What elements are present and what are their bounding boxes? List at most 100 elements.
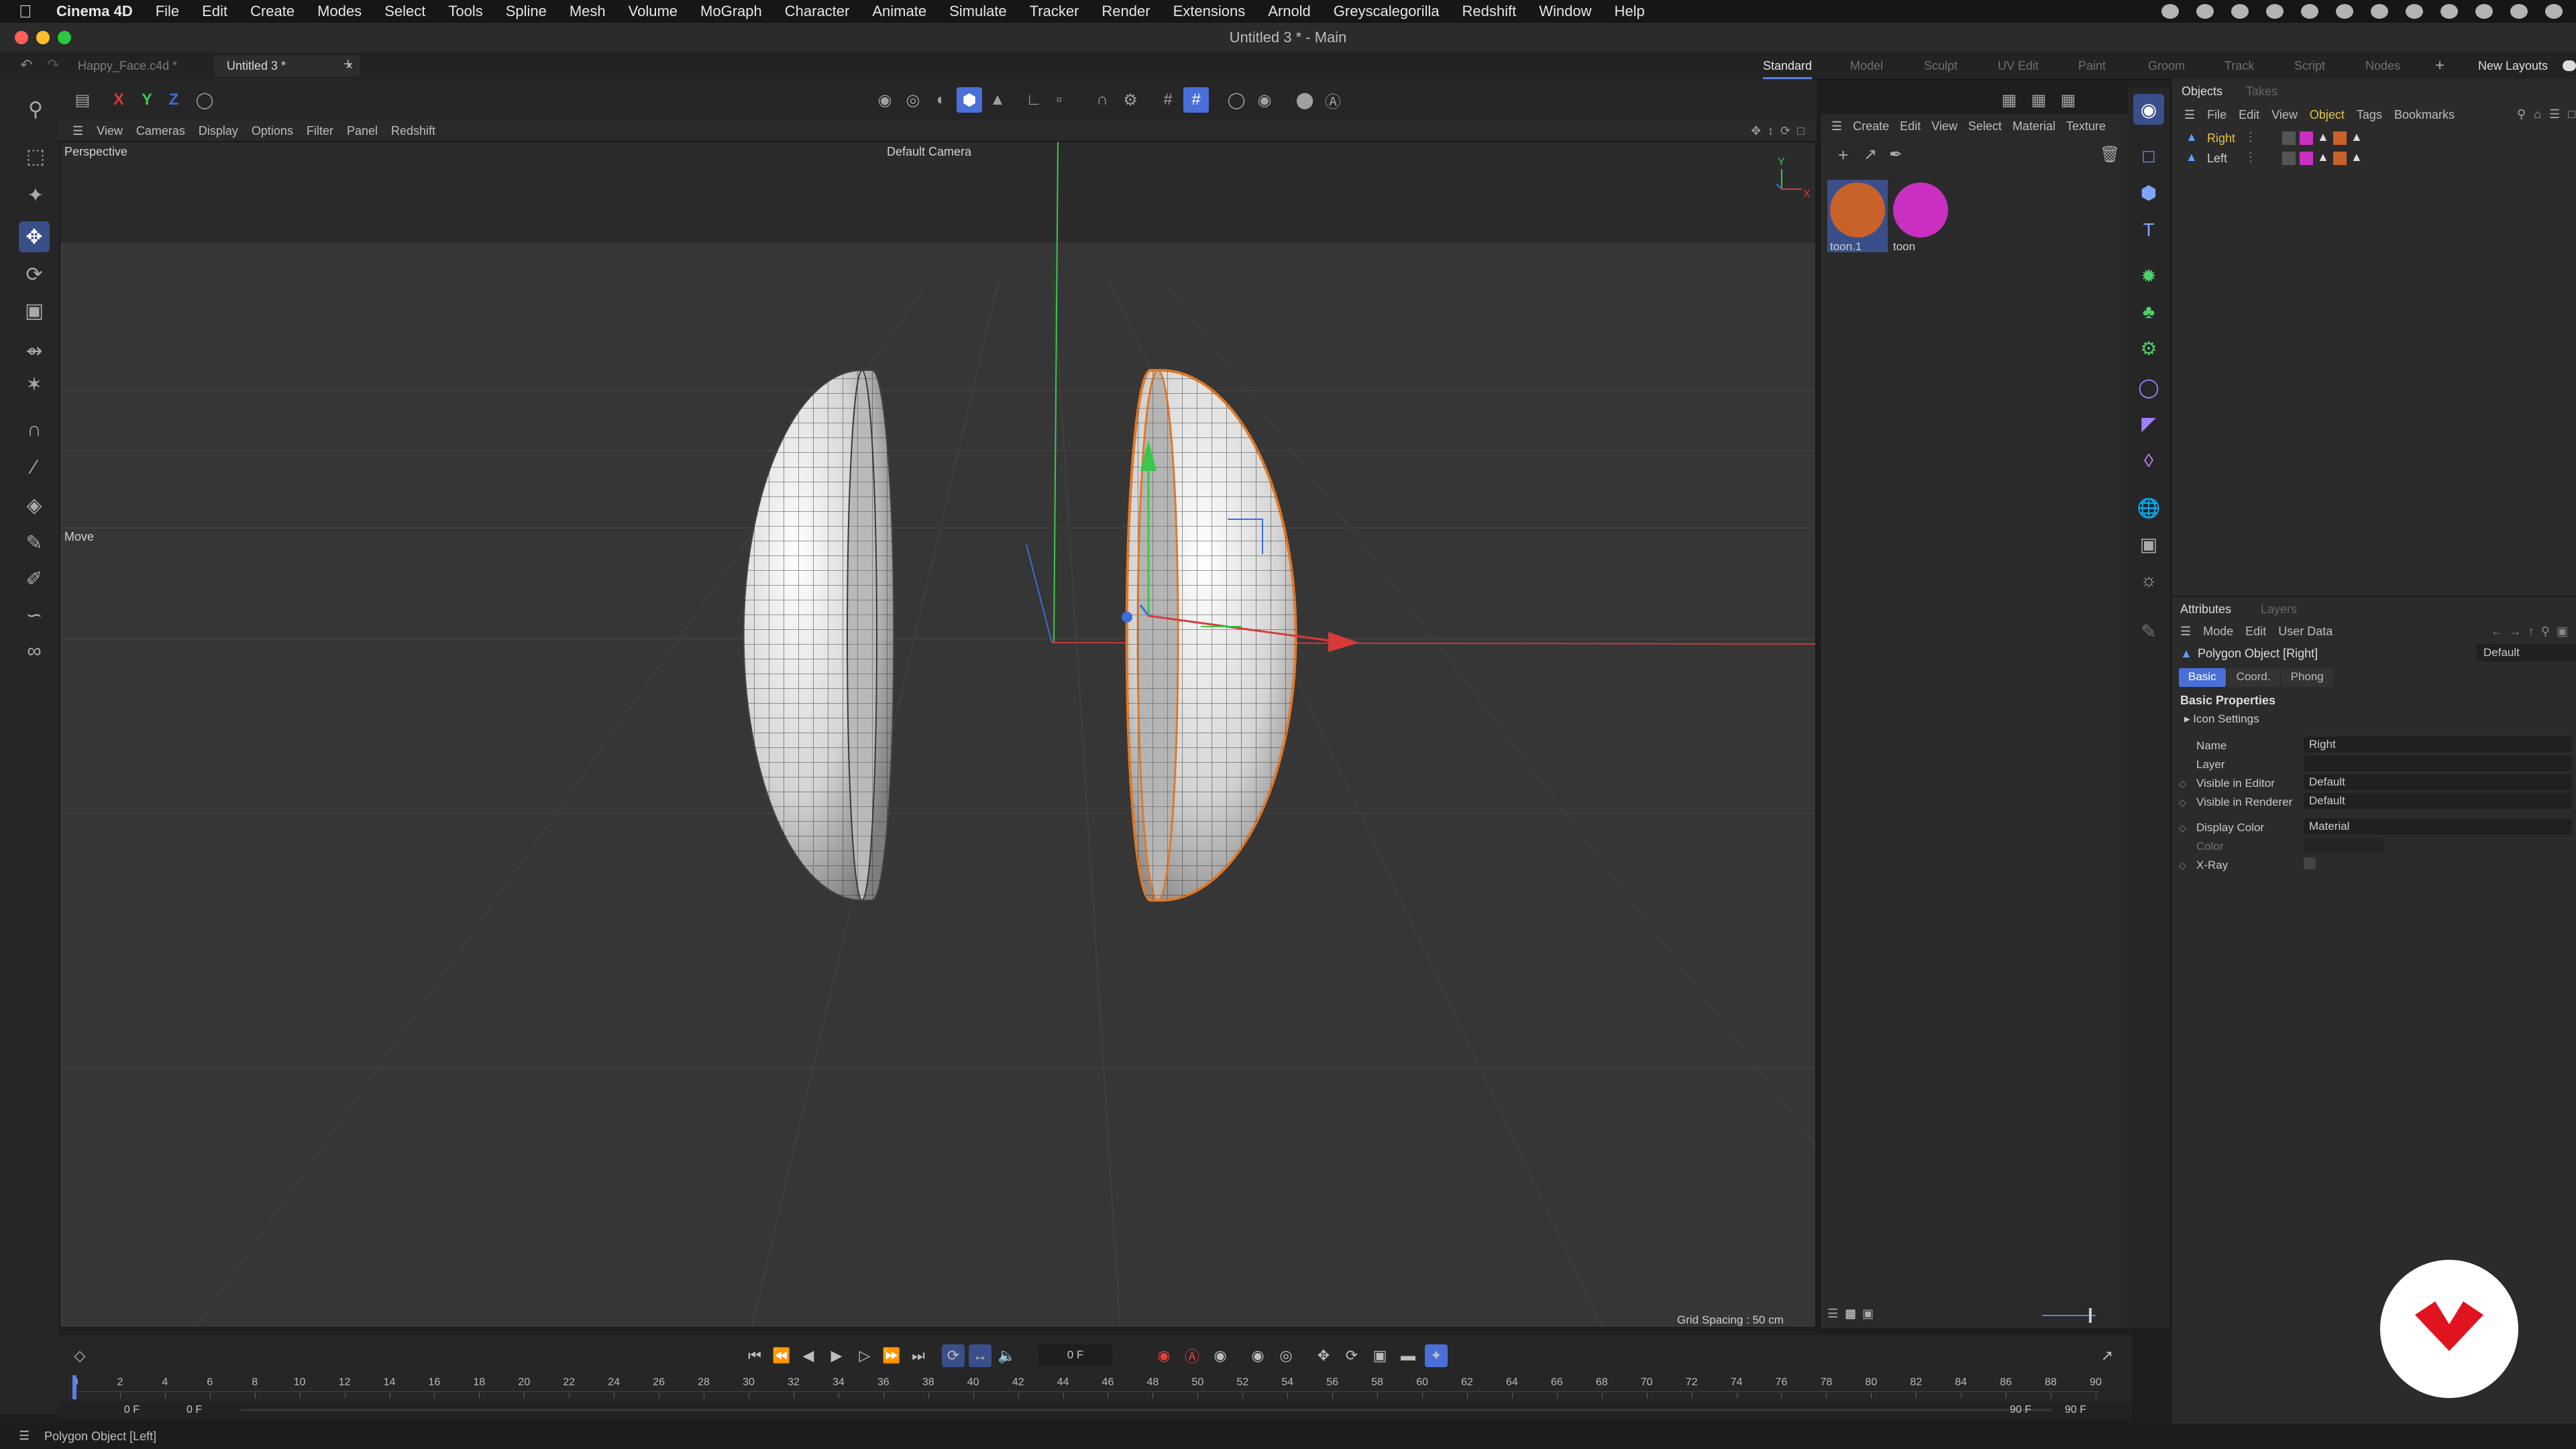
deformer-icon[interactable]: ⚙ bbox=[2133, 333, 2164, 364]
menu-select[interactable]: Select bbox=[384, 3, 425, 20]
text-icon[interactable]: T bbox=[2133, 215, 2164, 246]
edit-icon[interactable]: ✎ bbox=[2133, 616, 2164, 647]
subtab-basic[interactable]: Basic bbox=[2179, 668, 2226, 687]
viewport-menu-cameras[interactable]: Cameras bbox=[136, 124, 185, 138]
material-menu-edit[interactable]: Edit bbox=[1900, 119, 1921, 133]
next-frame-icon[interactable]: ▷ bbox=[853, 1344, 876, 1367]
menu-window[interactable]: Window bbox=[1539, 3, 1591, 20]
menu-arnold[interactable]: Arnold bbox=[1268, 3, 1311, 20]
viewport-menu-panel[interactable]: Panel bbox=[347, 124, 378, 138]
home-icon[interactable]: ⌂ bbox=[2534, 107, 2541, 121]
sound-icon[interactable]: 🔈 bbox=[996, 1344, 1018, 1367]
key-interpolation-icon[interactable]: ✦ bbox=[1425, 1344, 1448, 1367]
workplane-icon[interactable]: # bbox=[1183, 87, 1209, 113]
wifi-icon[interactable] bbox=[2371, 4, 2388, 19]
next-key-icon[interactable]: ⏩ bbox=[880, 1344, 903, 1367]
status-menu-icon[interactable]: ☰ bbox=[19, 1429, 30, 1443]
render-active-view-icon[interactable]: ▦ bbox=[2026, 87, 2051, 113]
layer-dropdown[interactable] bbox=[2304, 755, 2572, 771]
tweak-icon[interactable]: ✶ bbox=[19, 369, 50, 400]
magnet-snap-icon[interactable]: ∩ bbox=[1089, 87, 1115, 113]
record-icon[interactable]: ◉ bbox=[1152, 1344, 1175, 1367]
viewport-perspective[interactable]: Y X Perspective Default Camera Move Grid… bbox=[59, 141, 1817, 1328]
key-position-icon[interactable]: ◉ bbox=[1246, 1344, 1269, 1367]
range-slider[interactable] bbox=[240, 1409, 2051, 1411]
large-view-icon[interactable]: ▣ bbox=[1862, 1307, 1874, 1321]
magnet-icon[interactable]: ∩ bbox=[19, 415, 50, 445]
menu-mograph[interactable]: MoGraph bbox=[700, 3, 762, 20]
menu-create[interactable]: Create bbox=[250, 3, 294, 20]
display-color-dropdown[interactable]: Material bbox=[2304, 818, 2572, 835]
keyframe-icon[interactable]: ◇ bbox=[2179, 860, 2186, 871]
coordinate-system-icon[interactable]: ◯ bbox=[192, 87, 217, 113]
visibility-dots-icon[interactable]: ⋮ bbox=[2245, 150, 2257, 164]
play-icon[interactable]: ▶ bbox=[825, 1344, 848, 1367]
orbit-icon[interactable]: ⟳ bbox=[1780, 124, 1790, 138]
loop-icon[interactable]: ⟳ bbox=[942, 1344, 965, 1367]
previous-frame-icon[interactable]: ◀ bbox=[797, 1344, 820, 1367]
zoom-slider-handle[interactable] bbox=[2089, 1308, 2092, 1323]
apply-material-icon[interactable]: ↗ bbox=[1864, 145, 1877, 164]
add-material-icon[interactable]: + bbox=[1838, 145, 1848, 166]
box-icon[interactable] bbox=[2336, 4, 2353, 19]
layout-tab-paint[interactable]: Paint bbox=[2078, 52, 2106, 79]
search-icon[interactable]: ⚲ bbox=[2541, 625, 2550, 639]
tag-icon[interactable]: ▲ bbox=[2317, 130, 2329, 144]
current-frame-field[interactable]: 0 F bbox=[1038, 1344, 1112, 1366]
snap-icon[interactable]: ✦ bbox=[20, 180, 51, 211]
key-rotation-icon[interactable]: ◎ bbox=[1275, 1344, 1297, 1367]
viewport-menu-filter[interactable]: Filter bbox=[307, 124, 333, 138]
status-icon[interactable] bbox=[2161, 4, 2179, 19]
menu-help[interactable]: Help bbox=[1615, 3, 1645, 20]
cube-icon[interactable]: ⬢ bbox=[2133, 177, 2164, 208]
lock-x-axis-button[interactable]: X bbox=[107, 87, 130, 113]
material-swatch-toon[interactable]: toon bbox=[1890, 180, 1951, 253]
bluetooth-icon[interactable] bbox=[2406, 4, 2423, 19]
field-icon[interactable]: ◯ bbox=[2133, 372, 2164, 402]
mograph-cloner-icon[interactable]: ♣ bbox=[2133, 297, 2164, 327]
grid-view-icon[interactable]: ▦ bbox=[1845, 1307, 1856, 1321]
object-hamburger-icon[interactable]: ☰ bbox=[2184, 108, 2195, 122]
edit-render-settings-icon[interactable]: ▦ bbox=[2055, 87, 2081, 113]
render-region-icon[interactable]: ◯ bbox=[1224, 87, 1249, 113]
object-menu-file[interactable]: File bbox=[2207, 108, 2226, 122]
visible-renderer-dropdown[interactable]: Default bbox=[2304, 793, 2572, 809]
menu-render[interactable]: Render bbox=[1102, 3, 1150, 20]
layout-tab-script[interactable]: Script bbox=[2294, 52, 2325, 79]
tag-icon[interactable]: ▲ bbox=[2317, 150, 2329, 164]
viewport-camera-label[interactable]: Default Camera bbox=[887, 145, 971, 159]
material-hamburger-icon[interactable]: ☰ bbox=[1831, 119, 1842, 133]
keyframe-icon[interactable]: ◇ bbox=[2179, 778, 2186, 790]
dropbox-icon[interactable] bbox=[2196, 4, 2214, 19]
material-swatch-toon-1[interactable]: toon.1 bbox=[1827, 180, 1888, 253]
key-param-icon[interactable]: ⟳ bbox=[1340, 1344, 1363, 1367]
forward-icon[interactable]: → bbox=[2510, 625, 2522, 639]
grid-icon[interactable]: # bbox=[1155, 87, 1181, 113]
autokey-icon[interactable]: Ⓐ bbox=[1181, 1344, 1203, 1367]
new-view-icon[interactable]: □ bbox=[2568, 107, 2575, 121]
fcurve-icon[interactable]: ↗ bbox=[2096, 1344, 2118, 1367]
keyframe-icon[interactable]: ◇ bbox=[2179, 797, 2186, 808]
dolly-icon[interactable]: ↕ bbox=[1768, 124, 1774, 138]
material-picker-icon[interactable]: ✒ bbox=[1889, 145, 1902, 164]
control-center-icon[interactable] bbox=[2545, 4, 2563, 19]
keyframe-icon[interactable]: ◇ bbox=[2179, 822, 2186, 834]
phong-tag-icon[interactable] bbox=[2282, 131, 2296, 145]
icon-settings-toggle[interactable]: ▸ Icon Settings bbox=[2184, 712, 2259, 726]
zoom-slider[interactable] bbox=[2042, 1315, 2096, 1316]
material-tag-toon-1[interactable] bbox=[2333, 131, 2347, 145]
scale-icon[interactable]: ▣ bbox=[19, 295, 50, 326]
interactive-render-icon[interactable]: ⬤ bbox=[1292, 87, 1318, 113]
xray-checkbox[interactable] bbox=[2304, 857, 2316, 869]
playhead[interactable] bbox=[72, 1375, 76, 1399]
polygon-mode-icon[interactable]: ▲ bbox=[985, 87, 1010, 113]
camera-icon[interactable]: ▣ bbox=[2133, 529, 2164, 559]
chrome-icon[interactable] bbox=[2266, 4, 2284, 19]
maximize-view-icon[interactable]: □ bbox=[1797, 124, 1805, 138]
menu-edit[interactable]: Edit bbox=[202, 3, 227, 20]
key-scale-icon[interactable]: ✥ bbox=[1312, 1344, 1335, 1367]
spline-pen-icon[interactable]: ∽ bbox=[19, 600, 50, 631]
tag-icon[interactable]: ▲ bbox=[2351, 150, 2363, 164]
range-end-field-2[interactable]: 90 F bbox=[2065, 1403, 2112, 1417]
layout-tab-standard[interactable]: Standard bbox=[1763, 52, 1813, 79]
